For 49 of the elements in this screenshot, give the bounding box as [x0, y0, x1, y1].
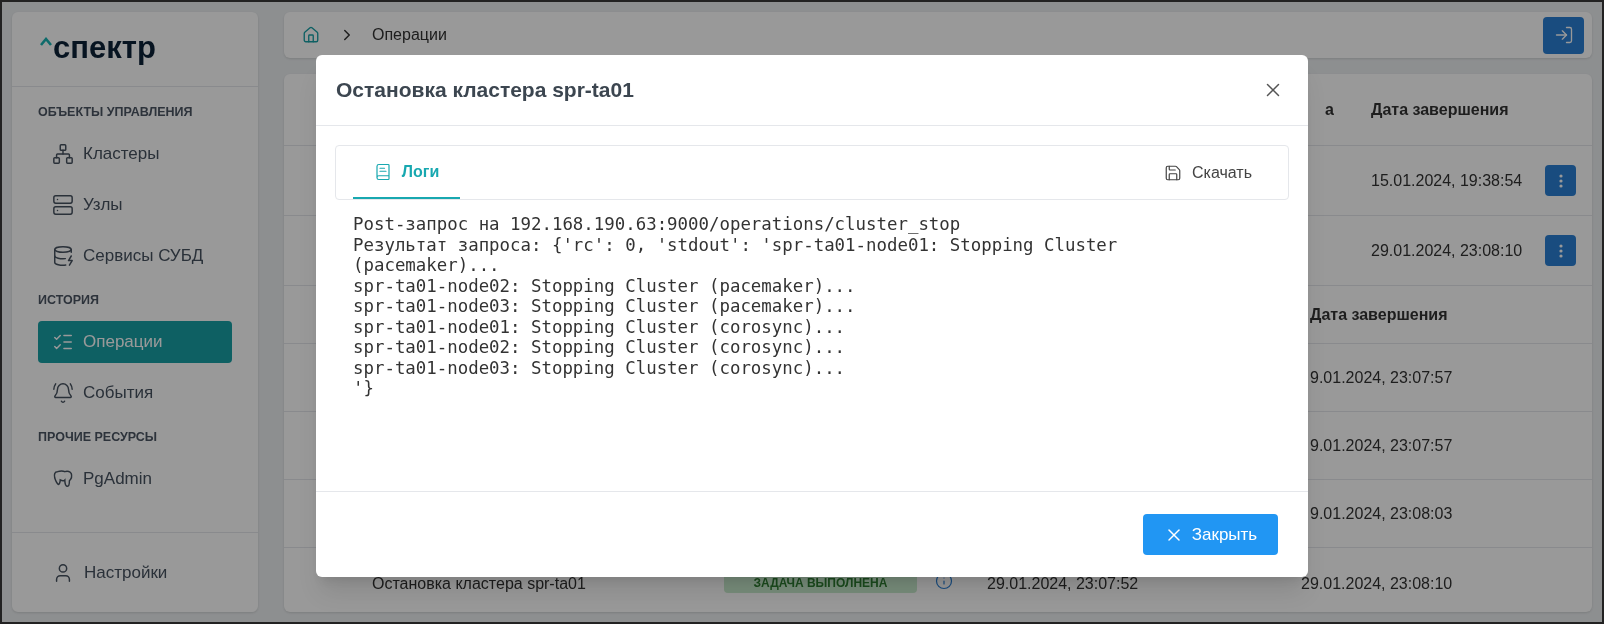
log-line: spr-ta01-node02: Stopping Cluster (pacemaker)... — [353, 275, 857, 296]
caret-logo-icon — [40, 36, 52, 46]
more-button[interactable] — [1545, 235, 1576, 266]
table-cell-text: 15.01.2024, 19:38:54 — [1371, 171, 1524, 191]
cluster-icon — [52, 143, 74, 165]
table-cell-text: 9.01.2024, 23:07:57 — [1310, 435, 1453, 456]
save-icon — [1164, 163, 1182, 182]
table-cell-text: 29.01.2024, 23:07:52 — [987, 574, 1140, 594]
close-button[interactable]: Закрыть — [1143, 514, 1278, 555]
section-heading: ОБЪЕКТЫ УПРАВЛЕНИЯ — [37, 103, 194, 121]
log-line: spr-ta01-node03: Stopping Cluster (pacemaker)... — [353, 296, 857, 317]
more-button[interactable] — [1545, 165, 1576, 196]
dialog-title: Остановка кластера spr-ta01 — [336, 77, 634, 104]
more-icon — [1558, 173, 1563, 188]
server-icon — [52, 194, 74, 216]
table-cell-text: 9.01.2024, 23:07:57 — [1310, 367, 1453, 388]
log-line: spr-ta01-node01: Stopping Cluster (corosync)... — [353, 316, 847, 337]
column-header: Дата завершения — [1310, 304, 1448, 325]
login-icon — [1553, 25, 1574, 45]
table-cell-text: 29.01.2024, 23:08:10 — [1301, 574, 1453, 594]
bell-icon — [52, 382, 74, 404]
settings-item[interactable]: Настройки — [52, 559, 168, 586]
nav-item[interactable]: Узлы — [38, 184, 232, 226]
more-icon — [1558, 243, 1563, 258]
column-header: Дата завершения — [1371, 99, 1510, 120]
nav-item[interactable]: Сервисы СУБД — [38, 235, 232, 277]
log-line: spr-ta01-node03: Stopping Cluster (corosync)... — [353, 357, 847, 378]
login-button[interactable] — [1543, 16, 1584, 54]
download-button[interactable]: Скачать — [1164, 146, 1271, 199]
database-icon — [52, 245, 74, 267]
home-icon[interactable] — [302, 26, 320, 44]
column-header: а — [1325, 99, 1335, 120]
logs-tab[interactable]: Логи — [353, 146, 460, 199]
table-cell-text: 9.01.2024, 23:08:03 — [1310, 503, 1453, 524]
table-cell-text: Остановка кластера spr-ta01 — [372, 574, 587, 594]
log-line: spr-ta01-node02: Stopping Cluster (corosync)... — [353, 337, 847, 358]
log-line: '} — [353, 378, 375, 399]
section-heading: ИСТОРИЯ — [37, 291, 101, 309]
breadcrumb-item[interactable]: Операции — [372, 23, 447, 47]
table-cell-text: 29.01.2024, 23:08:10 — [1371, 241, 1524, 261]
logo: спектр — [53, 31, 156, 67]
book-icon — [373, 162, 392, 181]
log-line: Post-запрос на 192.168.190.63:9000/operations/cluster_stop — [353, 214, 962, 235]
log-line: Результат запроса: {'rc': 0, 'stdout': 'spr-ta01-node01: Stopping Cluster (pacemaker)... — [353, 234, 1119, 276]
section-heading: ПРОЧИЕ РЕСУРСЫ — [37, 428, 159, 446]
nav-item[interactable]: PgAdmin — [38, 458, 232, 500]
nav-item[interactable]: Кластеры — [38, 133, 232, 175]
nav-item[interactable]: События — [38, 372, 232, 414]
nav-item[interactable]: Операции — [38, 321, 232, 363]
